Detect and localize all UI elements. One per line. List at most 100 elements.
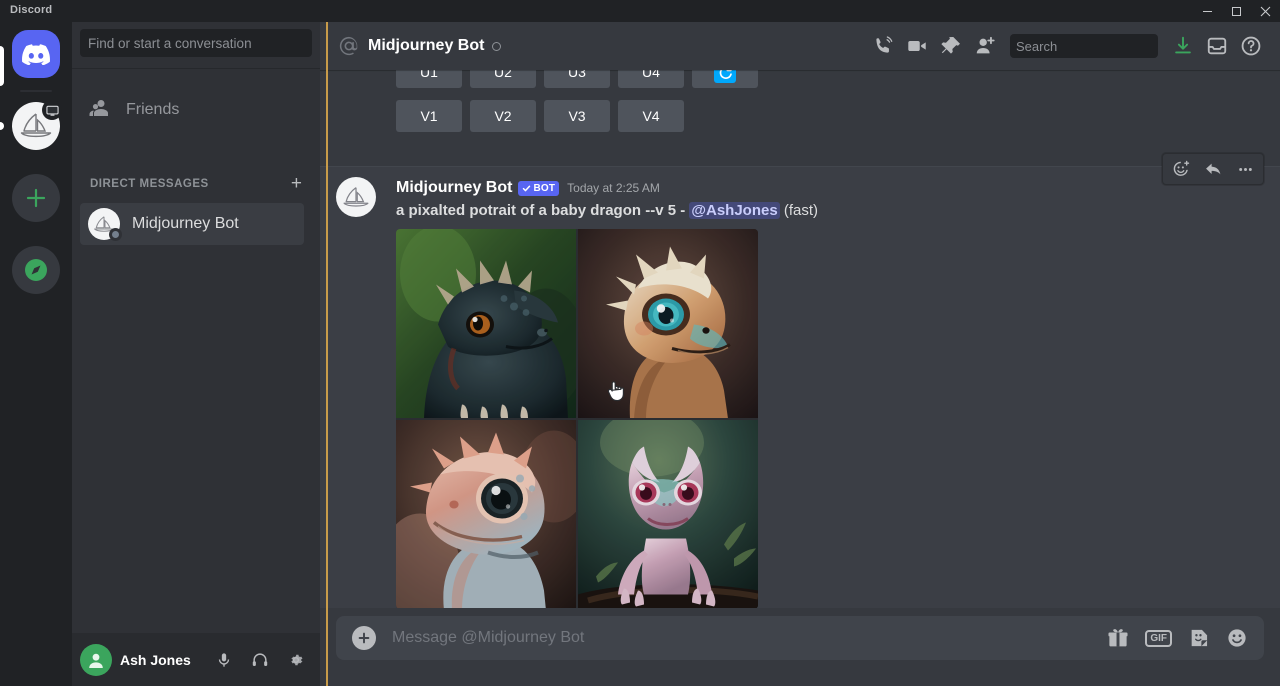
message-author[interactable]: Midjourney Bot	[396, 179, 512, 197]
pin-icon	[941, 37, 960, 54]
help-button[interactable]	[1234, 29, 1268, 63]
upscale-button-u4-previous[interactable]: U4	[618, 70, 684, 88]
message-content: a pixalted potrait of a baby dragon --v …	[396, 201, 1264, 221]
upload-attachment-button[interactable]	[352, 626, 376, 650]
upscale-button-u3-previous[interactable]: U3	[544, 70, 610, 88]
message-midjourney-result: Midjourney Bot BOT Today at 2:25 AM a pi…	[320, 153, 1280, 648]
maximize-button[interactable]	[1222, 0, 1251, 22]
server-rail	[0, 22, 72, 686]
deafen-button[interactable]	[244, 644, 276, 676]
rail-divider	[20, 90, 52, 92]
unread-server-pill	[0, 122, 4, 130]
avatar[interactable]	[336, 177, 376, 217]
close-button[interactable]	[1251, 0, 1280, 22]
generated-image-grid[interactable]	[396, 229, 758, 609]
add-reaction-button[interactable]	[1165, 155, 1197, 183]
more-options-button[interactable]	[1229, 155, 1261, 183]
variation-button-v1[interactable]: V1	[396, 100, 462, 132]
mention-ashjones[interactable]: @AshJones	[689, 202, 780, 219]
add-server-button[interactable]	[12, 174, 60, 222]
add-friends-button[interactable]	[968, 29, 1002, 63]
chat-header-tools	[866, 29, 1280, 63]
emoji-button[interactable]	[1226, 627, 1248, 649]
sidebar-divider	[72, 68, 320, 69]
find-conversation-input[interactable]	[80, 29, 312, 57]
user-settings-button[interactable]	[280, 644, 312, 676]
generated-image-3[interactable]	[396, 420, 576, 609]
composer-icons: GIF	[1107, 627, 1248, 649]
variation-button-row-previous: V1 V2 V3 V4	[396, 100, 684, 132]
avatar	[88, 208, 122, 241]
search-box[interactable]	[1010, 34, 1192, 58]
verified-check-icon	[523, 185, 531, 191]
page-title: Midjourney Bot	[368, 37, 485, 54]
phone-call-icon	[876, 36, 893, 53]
discord-logo-icon	[22, 43, 50, 65]
plus-icon	[358, 632, 370, 644]
gift-icon	[1108, 629, 1128, 647]
friends-icon	[89, 100, 108, 116]
sidebar-item-home[interactable]	[12, 30, 60, 78]
download-icon	[1175, 36, 1191, 54]
emoji-plus-icon	[1173, 160, 1189, 176]
message-composer: GIF	[320, 608, 1280, 686]
fast-mode-note: (fast)	[779, 202, 819, 219]
create-dm-button[interactable]: +	[291, 174, 302, 193]
reply-arrow-icon	[1205, 163, 1220, 174]
minimize-button[interactable]	[1193, 0, 1222, 22]
upscale-button-row-previous: U1 U2 U3 U4	[396, 70, 758, 88]
variation-button-v4[interactable]: V4	[618, 100, 684, 132]
message-input[interactable]	[392, 629, 1108, 647]
gif-button[interactable]: GIF	[1145, 629, 1172, 647]
variation-button-v2[interactable]: V2	[470, 100, 536, 132]
chat-header: Midjourney Bot	[320, 22, 1280, 70]
pinned-messages-button[interactable]	[934, 29, 968, 63]
composer-inner[interactable]: GIF	[336, 616, 1264, 660]
headphones-icon	[252, 652, 268, 666]
active-server-pill	[0, 46, 4, 86]
reply-button[interactable]	[1197, 155, 1229, 183]
microphone-icon	[218, 652, 230, 667]
generated-image-4[interactable]	[578, 420, 758, 609]
explore-servers-button[interactable]	[12, 246, 60, 294]
sticker-button[interactable]	[1188, 627, 1210, 649]
start-voice-call-button[interactable]	[866, 29, 900, 63]
sidebar-item-midjourney[interactable]	[12, 100, 62, 150]
prompt-text: a pixalted potrait of a baby dragon --v …	[396, 202, 690, 219]
chat-panel: Midjourney Bot Search U1 U2 U3 U4 V1 V2 …	[320, 22, 1280, 686]
sidebar-item-friends[interactable]: Friends	[80, 89, 304, 131]
generated-image-2[interactable]	[578, 229, 758, 418]
window-controls	[1193, 0, 1280, 22]
sidebar-item-midjourney-bot[interactable]: Midjourney Bot	[80, 203, 304, 245]
compass-icon	[25, 259, 47, 281]
sailboat-icon	[343, 186, 369, 207]
sidebar-item-friends-label: Friends	[126, 101, 180, 118]
scroll-guide-line	[326, 22, 328, 686]
add-person-icon	[976, 36, 995, 54]
mute-button[interactable]	[208, 644, 240, 676]
user-panel: Ash Jones	[72, 633, 320, 686]
gift-button[interactable]	[1107, 627, 1129, 649]
dm-sidebar: Friends DIRECT MESSAGES + Midjourney Bot	[72, 22, 320, 686]
generated-image-1[interactable]	[396, 229, 576, 418]
status-indicator-offline	[109, 228, 122, 241]
start-video-call-button[interactable]	[900, 29, 934, 63]
avatar[interactable]	[80, 643, 112, 676]
at-icon	[338, 35, 360, 57]
direct-messages-header: DIRECT MESSAGES +	[90, 174, 302, 193]
user-panel-controls	[208, 644, 312, 676]
gif-label: GIF	[1145, 629, 1172, 647]
inbox-download-button[interactable]	[1166, 29, 1200, 63]
upscale-button-u2-previous[interactable]: U2	[470, 70, 536, 88]
inbox-button[interactable]	[1200, 29, 1234, 63]
reroll-button-previous[interactable]	[692, 70, 758, 88]
current-username: Ash Jones	[120, 651, 191, 668]
upscale-button-u1-previous[interactable]: U1	[396, 70, 462, 88]
find-conversation-wrap	[80, 29, 312, 57]
variation-button-v3[interactable]: V3	[544, 100, 610, 132]
app-brand-label: Discord	[10, 4, 53, 16]
discord-window: Discord Find or start a conversation Fri…	[0, 0, 1280, 686]
gear-icon	[291, 654, 303, 665]
message-list[interactable]: U1 U2 U3 U4 V1 V2 V3 V4 Midjourney Bot B…	[320, 70, 1280, 648]
user-avatar-icon	[89, 653, 103, 668]
